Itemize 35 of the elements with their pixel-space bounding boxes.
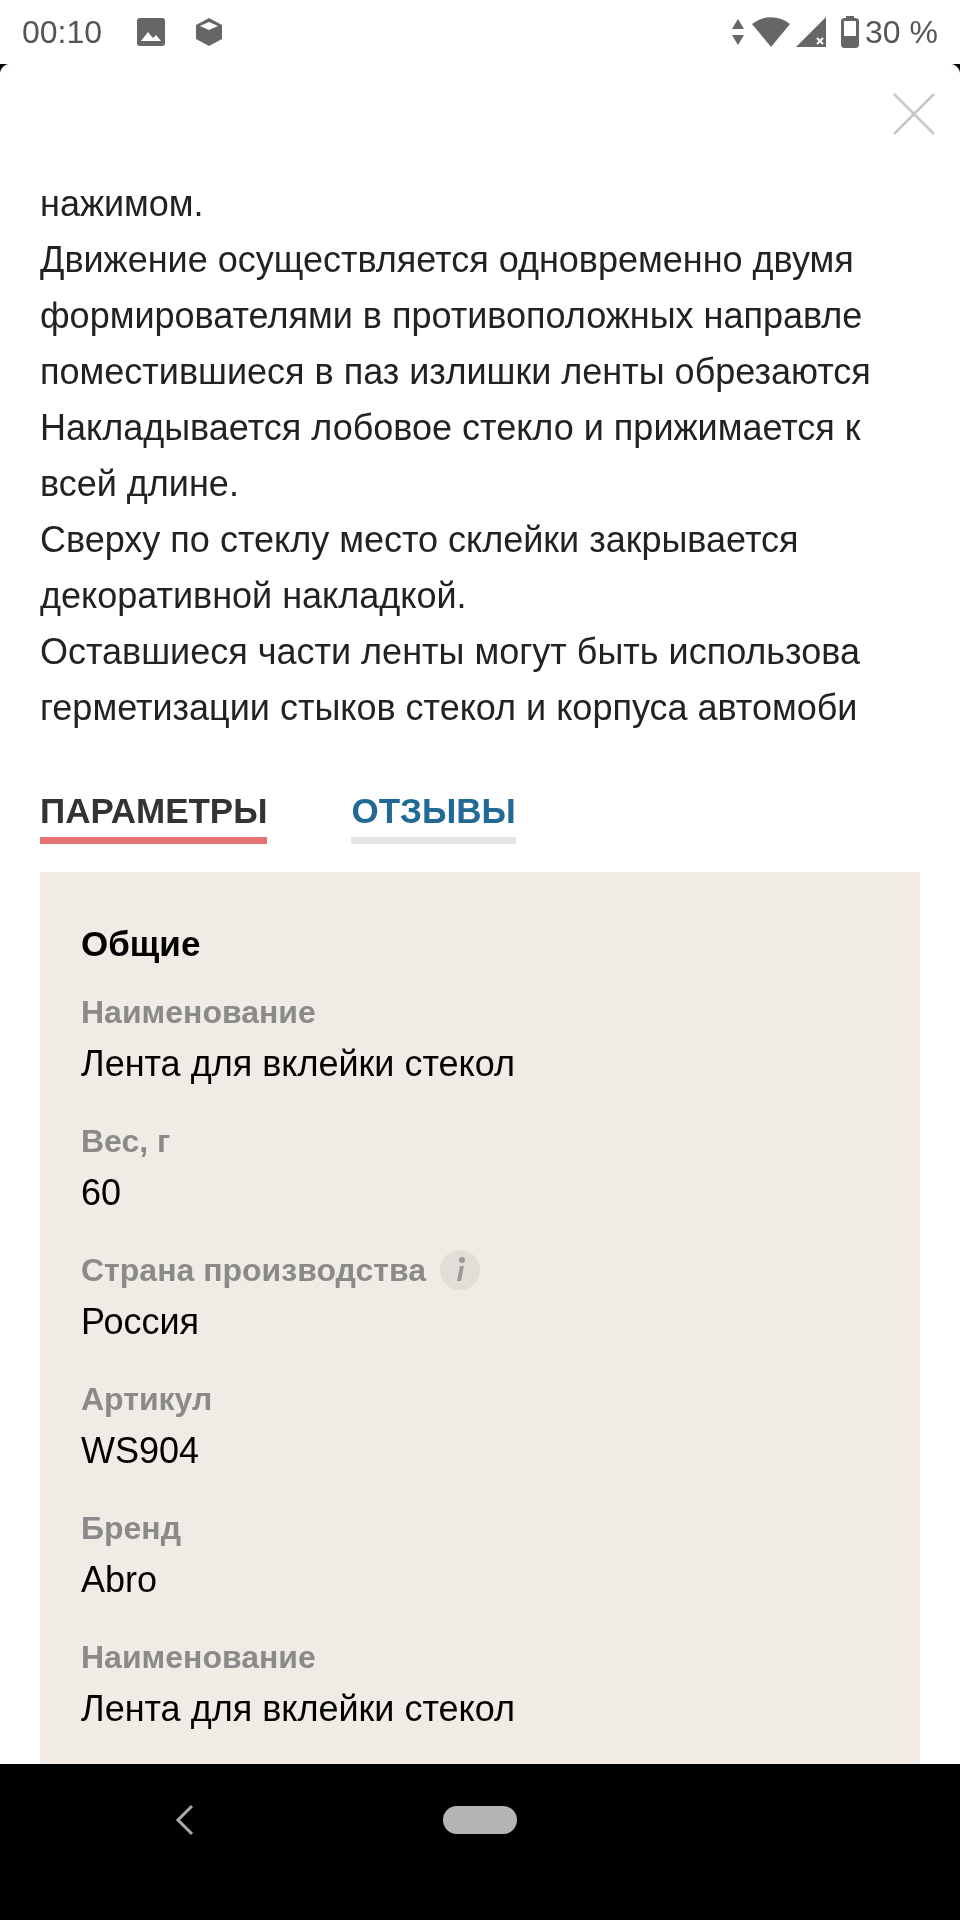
param-value: Россия (81, 1299, 200, 1344)
wifi-icon (751, 16, 792, 48)
battery-icon (841, 16, 860, 48)
description-line: герметизации стыков стекол и корпуса автомоби (40, 685, 858, 730)
tab[interactable]: ОТЗЫВЫ (351, 790, 516, 844)
param-label: Наименование (81, 992, 316, 1032)
param-label: Наименование (81, 1637, 316, 1677)
description-line: декоративной накладкой. (40, 573, 467, 618)
param-value: Abro (81, 1557, 158, 1602)
param-label: Артикул (81, 1379, 213, 1419)
description-line: Сверху по стеклу место склейки закрывается (40, 517, 799, 562)
home-button[interactable] (443, 1806, 517, 1834)
battery-percent: 30 % (865, 13, 938, 52)
description-line: всей длине. (40, 461, 239, 506)
param-label: Бренд (81, 1508, 181, 1548)
param-label: Страна производства (81, 1250, 426, 1290)
description-line: поместившиеся в паз излишки ленты обрезаются (40, 349, 871, 394)
data-arrows-icon (731, 18, 746, 46)
description-line: формирователями в противоположных направле (40, 293, 863, 338)
param-value: 60 (81, 1170, 122, 1215)
param-value: Лента для вклейки стекол (81, 1041, 515, 1086)
description-line: нажимом. (40, 181, 204, 226)
signal-icon (795, 16, 828, 48)
param-label: Вес, г (81, 1121, 171, 1161)
back-icon[interactable] (175, 1804, 195, 1836)
param-value: Лента для вклейки стекол (81, 1686, 515, 1731)
image-icon (136, 17, 167, 47)
description-line: Оставшиеся части ленты могут быть использова (40, 629, 860, 674)
description-line: Накладывается лобовое стекло и прижимается к (40, 405, 861, 450)
tab[interactable]: ПАРАМЕТРЫ (40, 790, 268, 844)
box-icon (194, 16, 225, 48)
description-line: Движение осуществляется одновременно двумя (40, 237, 854, 282)
section-title: Общие (81, 922, 202, 965)
param-value: WS904 (81, 1428, 200, 1473)
clock-time: 00:10 (22, 13, 103, 52)
